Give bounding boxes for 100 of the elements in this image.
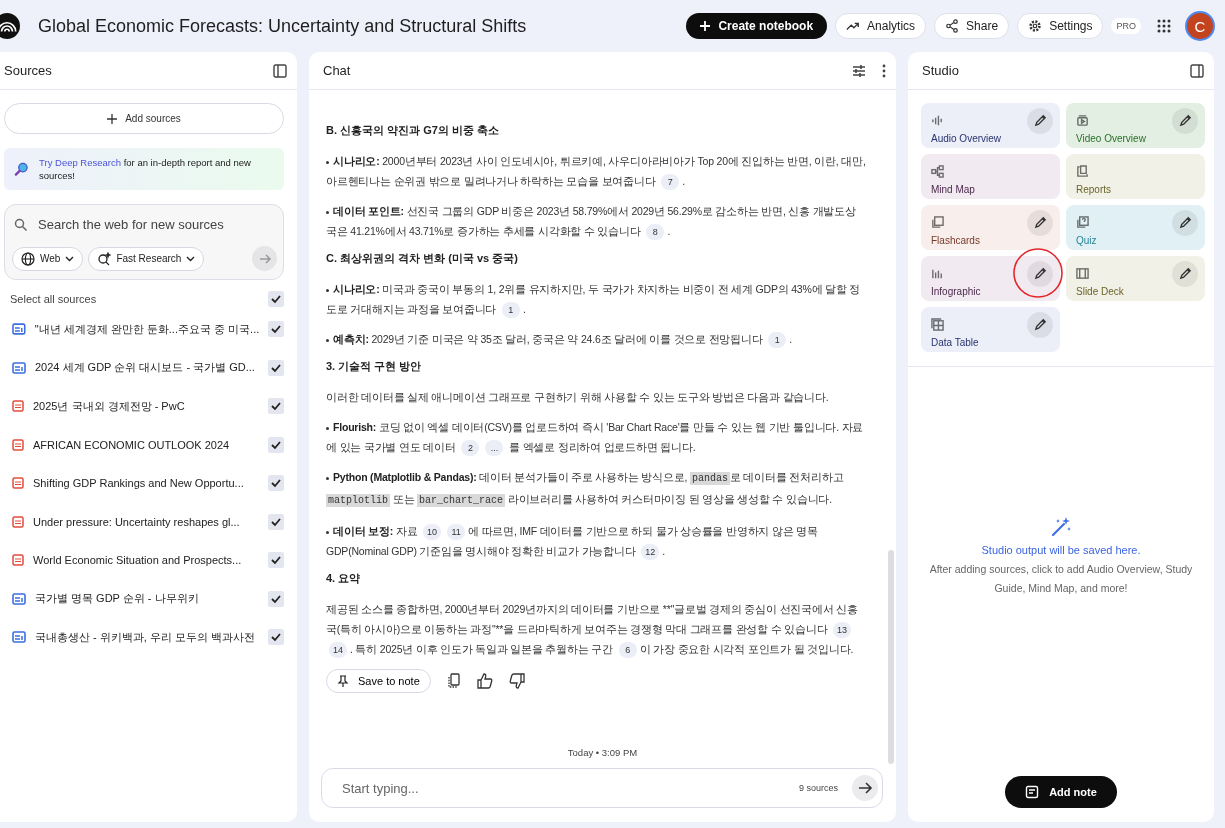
- caret-icon: [65, 255, 75, 262]
- citation-chip[interactable]: 8: [646, 224, 665, 241]
- edit-button[interactable]: [1172, 209, 1198, 236]
- tune-icon[interactable]: [852, 63, 866, 78]
- source-title[interactable]: World Economic Situation and Prospects...: [33, 554, 259, 567]
- collapse-panel-icon[interactable]: [273, 63, 287, 78]
- source-title[interactable]: 2024 세계 GDP 순위 대시보드 - 국가별 GD...: [35, 360, 259, 376]
- video-icon: [1076, 113, 1089, 127]
- source-checkbox[interactable]: [268, 590, 284, 607]
- web-page-icon: [12, 631, 26, 644]
- add-note-button[interactable]: Add note: [1005, 776, 1117, 808]
- apps-grid-icon[interactable]: [1157, 19, 1171, 33]
- citation-chip[interactable]: 6: [618, 642, 637, 659]
- arrow-icon: [257, 251, 272, 266]
- source-checkbox[interactable]: [268, 629, 284, 646]
- panel-title: Chat: [323, 63, 351, 78]
- collapse-panel-icon[interactable]: [1190, 63, 1204, 78]
- source-checkbox[interactable]: [268, 398, 284, 415]
- web-page-icon: [12, 361, 26, 374]
- edit-button[interactable]: [1172, 260, 1198, 287]
- promo-text: Try Deep Research for an in-depth report and new sources!: [39, 156, 252, 182]
- edit-button[interactable]: [1027, 209, 1053, 236]
- create-notebook-button[interactable]: Create notebook: [686, 13, 828, 39]
- section-heading: 4. 요약: [326, 571, 362, 586]
- send-button[interactable]: [852, 775, 878, 801]
- magnifier-icon: [14, 161, 29, 177]
- thumbs-up-icon[interactable]: [476, 673, 493, 689]
- tile-label: Infographic: [931, 285, 981, 297]
- web-dropdown[interactable]: Web: [12, 246, 84, 271]
- citation-chip[interactable]: 14: [329, 642, 347, 659]
- web-search-box[interactable]: Search the web for new sources Web Fast Research: [4, 204, 284, 280]
- pin-icon: [337, 675, 349, 687]
- inline-code: matplotlib: [326, 494, 390, 507]
- web-page-icon: [12, 592, 26, 605]
- studio-tile[interactable]: Video Overview: [1066, 103, 1205, 148]
- citation-chip[interactable]: 13: [833, 622, 852, 639]
- studio-tile[interactable]: Slide Deck: [1066, 256, 1205, 301]
- copy-icon[interactable]: [446, 673, 461, 689]
- sparkle-wand-icon: [1050, 515, 1072, 538]
- citation-chip[interactable]: 12: [641, 544, 660, 561]
- source-title[interactable]: Shifting GDP Rankings and New Opportu...: [33, 477, 259, 490]
- select-all-label: Select all sources: [10, 293, 97, 305]
- analytics-button[interactable]: Analytics: [835, 13, 927, 39]
- citation-chip[interactable]: 11: [447, 524, 466, 541]
- answer-paragraph: 시나리오: 미국과 중국이 부동의 1, 2위를 유지하지만, 두 국가가 차지하는 비중이 전 세계 GDP의 43%에 달할 정도로 거대해지는 과정을 보여줍니다 1 .: [326, 279, 866, 319]
- edit-button[interactable]: [1027, 311, 1053, 338]
- panel-title: Studio: [922, 63, 959, 78]
- studio-tile[interactable]: Data Table: [921, 307, 1060, 352]
- share-button[interactable]: Share: [934, 13, 1010, 39]
- select-all-checkbox[interactable]: [268, 291, 284, 307]
- note-icon: [1025, 785, 1040, 799]
- edit-button[interactable]: [1027, 260, 1053, 287]
- scroll-thumb[interactable]: [888, 550, 894, 764]
- source-checkbox[interactable]: [268, 552, 284, 569]
- thumbs-down-icon[interactable]: [508, 673, 525, 689]
- settings-button[interactable]: Settings: [1017, 13, 1104, 39]
- research-mode-dropdown[interactable]: Fast Research: [88, 246, 205, 271]
- source-title[interactable]: "내년 세계경제 완만한 둔화...주요국 중 미국...: [34, 321, 260, 337]
- source-checkbox[interactable]: [268, 513, 284, 530]
- user-avatar[interactable]: C: [1187, 13, 1213, 39]
- globe-icon: [21, 251, 35, 266]
- studio-tile[interactable]: Audio Overview: [921, 103, 1060, 148]
- edit-button[interactable]: [1172, 107, 1198, 134]
- studio-tile[interactable]: Reports: [1066, 154, 1205, 199]
- source-title[interactable]: 국내총생산 - 위키백과, 우리 모두의 백과사전: [35, 629, 259, 645]
- source-checkbox[interactable]: [268, 321, 284, 338]
- more-icon[interactable]: [882, 63, 886, 78]
- answer-paragraph: 시나리오: 2000년부터 2023년 사이 인도네시아, 튀르키예, 사우디아라비아가 Top 20에 진입하는 반면, 이란, 대만, 아르헨티나는 순위권 밖으로 밀려나거나 하락하는 모습을 보여줍니다 7 .: [326, 151, 866, 191]
- source-checkbox[interactable]: [268, 359, 284, 376]
- deep-research-link[interactable]: Try Deep Research: [39, 157, 122, 168]
- chat-input[interactable]: Start typing... 9 sources: [321, 768, 883, 808]
- plus-icon: [700, 21, 711, 31]
- source-title[interactable]: 2025년 국내외 경제전망 - PwC: [33, 398, 259, 414]
- citation-chip[interactable]: ...: [485, 440, 504, 457]
- inline-code: pandas: [689, 472, 730, 485]
- empty-state-text: After adding sources, click to add Audio Overview, Study Guide, Mind Map, and more!: [928, 561, 1194, 596]
- studio-tile[interactable]: Flashcards: [921, 205, 1060, 250]
- search-field[interactable]: Search the web for new sources: [38, 213, 277, 236]
- source-title[interactable]: Under pressure: Uncertainty reshapes gl...: [33, 515, 259, 528]
- source-checkbox[interactable]: [268, 436, 284, 453]
- citation-chip[interactable]: 1: [501, 302, 520, 319]
- citation-chip[interactable]: 2: [461, 440, 480, 457]
- answer-paragraph: 예측치: 2029년 기준 미국은 약 35조 달러, 중국은 약 24.6조 달러에 이를 것으로 전망됩니다 1 .: [326, 329, 866, 349]
- studio-tile[interactable]: Mind Map: [921, 154, 1060, 199]
- edit-button[interactable]: [1027, 107, 1053, 134]
- add-sources-button[interactable]: Add sources: [4, 103, 284, 134]
- citation-chip[interactable]: 1: [768, 332, 787, 349]
- studio-tile[interactable]: Infographic: [921, 256, 1060, 301]
- save-to-note-button[interactable]: Save to note: [326, 669, 431, 693]
- citation-chip[interactable]: 10: [423, 524, 442, 541]
- source-title[interactable]: 국가별 명목 GDP 순위 - 나무위키: [35, 591, 259, 607]
- source-checkbox[interactable]: [268, 475, 284, 492]
- citation-chip[interactable]: 7: [661, 174, 680, 191]
- share-icon: [945, 19, 960, 33]
- tile-label: Flashcards: [931, 234, 980, 246]
- studio-tile[interactable]: Quiz: [1066, 205, 1205, 250]
- source-title[interactable]: AFRICAN ECONOMIC OUTLOOK 2024: [33, 438, 259, 451]
- arrow-icon: [857, 780, 873, 796]
- source-count: 9 sources: [798, 783, 838, 793]
- answer-paragraph: 이러한 데이터를 실제 애니메이션 그래프로 구현하기 위해 사용할 수 있는 도구와 방법은 다음과 같습니다.: [326, 390, 830, 405]
